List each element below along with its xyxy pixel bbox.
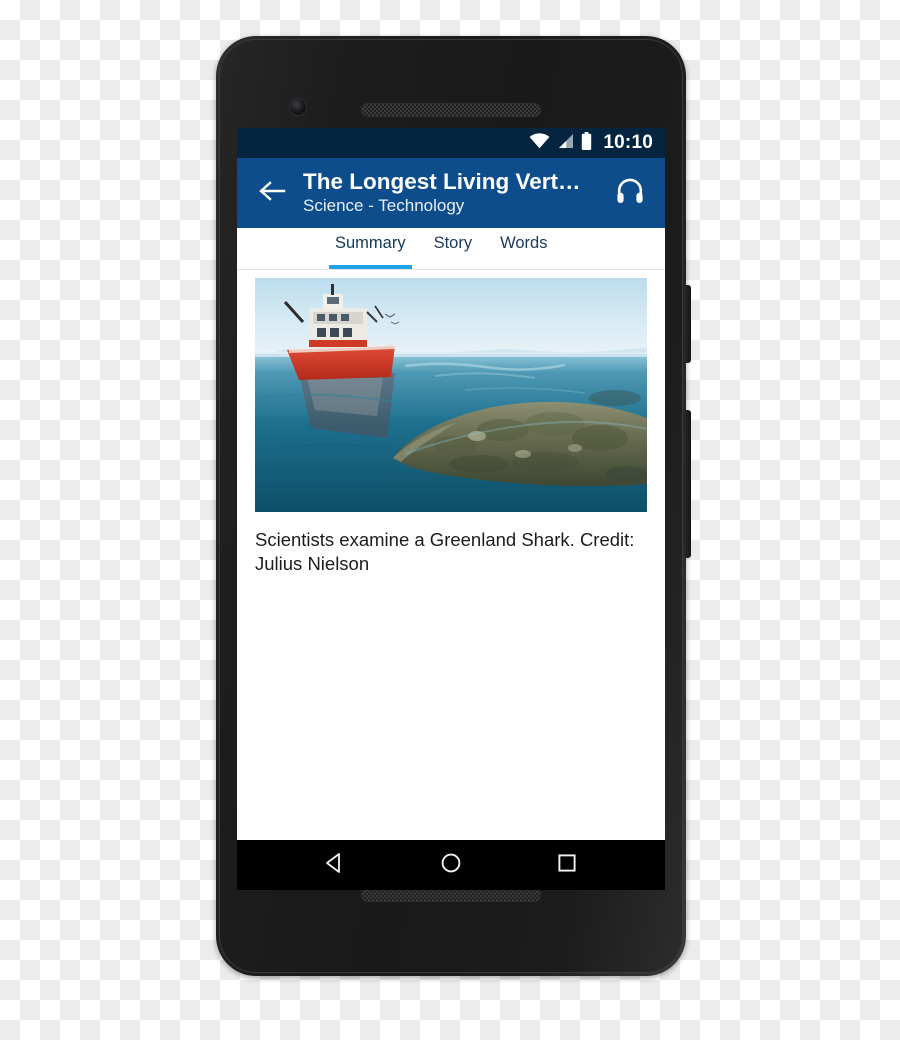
- battery-icon: [581, 131, 592, 155]
- greenland-shark-photo: [255, 278, 647, 512]
- bottom-speaker-grille: [361, 888, 541, 902]
- tab-bar: Summary Story Words: [237, 228, 665, 270]
- back-arrow-icon: [258, 179, 286, 208]
- tab-story[interactable]: Story: [420, 228, 487, 269]
- article-content: Scientists examine a Greenland Shark. Cr…: [237, 270, 665, 840]
- volume-rocker[interactable]: [684, 410, 691, 558]
- tab-label: Summary: [335, 234, 406, 252]
- page-title: The Longest Living Vert…: [303, 168, 581, 194]
- phone-screen: 10:10 The Longest Living Vert… Science -…: [237, 128, 665, 890]
- nav-back-triangle-icon: [323, 851, 347, 880]
- tab-label: Words: [500, 234, 548, 252]
- status-bar-clock: 10:10: [603, 132, 653, 153]
- status-bar: 10:10: [237, 128, 665, 158]
- nav-back-button[interactable]: [312, 842, 358, 888]
- photo-caption: Scientists examine a Greenland Shark. Cr…: [255, 529, 635, 574]
- phone-device: 10:10 The Longest Living Vert… Science -…: [216, 36, 691, 976]
- app-bar: The Longest Living Vert… Science - Techn…: [237, 158, 665, 228]
- listen-audio-button[interactable]: [607, 170, 653, 216]
- tab-active-indicator: [329, 265, 412, 269]
- android-nav-bar: [237, 840, 665, 890]
- headphones-icon: [615, 176, 645, 211]
- page-subtitle: Science - Technology: [303, 196, 465, 216]
- nav-home-circle-icon: [439, 851, 463, 880]
- tab-words[interactable]: Words: [486, 228, 561, 269]
- tab-summary[interactable]: Summary: [321, 228, 420, 269]
- cellular-signal-icon: [557, 133, 574, 154]
- nav-recents-button[interactable]: [544, 842, 590, 888]
- power-button[interactable]: [684, 285, 691, 363]
- status-bar-icons: 10:10: [529, 131, 653, 155]
- app-bar-titles: The Longest Living Vert… Science - Techn…: [295, 169, 607, 217]
- nav-home-button[interactable]: [428, 842, 474, 888]
- nav-recents-square-icon: [555, 851, 579, 880]
- tab-label: Story: [433, 234, 473, 252]
- back-button[interactable]: [249, 170, 295, 216]
- wifi-icon: [529, 132, 550, 154]
- earpiece-speaker-grille: [361, 103, 541, 117]
- front-camera-icon: [290, 99, 306, 115]
